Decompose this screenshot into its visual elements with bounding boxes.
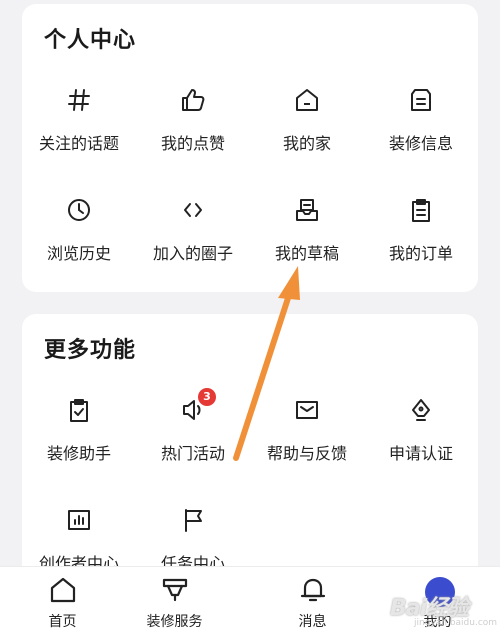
nav-label: 消息 — [298, 614, 327, 630]
info-card-icon — [407, 86, 435, 114]
nav-tab-renovation-service[interactable]: 装修服务 — [112, 567, 237, 638]
clipboard-icon — [407, 196, 435, 224]
notification-badge: 3 — [198, 388, 216, 406]
menu-item-followed-topics[interactable]: 关注的话题 — [22, 74, 136, 174]
menu-item-label: 我的草稿 — [274, 244, 339, 263]
watermark-subtext: jingyan.baidu.com — [414, 618, 498, 628]
menu-item-my-likes[interactable]: 我的点赞 — [136, 74, 250, 174]
section-title-personal-center: 个人中心 — [44, 28, 137, 53]
menu-item-help-feedback[interactable]: 帮助与反馈 — [250, 384, 364, 484]
home-icon — [293, 86, 321, 114]
section-title-more-features: 更多功能 — [44, 338, 137, 363]
nav-tab-home[interactable]: 首页 — [0, 567, 125, 638]
mail-icon — [293, 396, 321, 424]
menu-item-label: 我的家 — [282, 134, 331, 153]
menu-item-my-drafts[interactable]: 我的草稿 — [250, 184, 364, 284]
clock-icon — [65, 196, 93, 224]
thumbs-up-icon — [179, 86, 207, 114]
watermark: Bai经验 jingyan.baidu.com — [388, 586, 498, 630]
nav-tab-messages[interactable]: 消息 — [250, 567, 375, 638]
menu-item-label: 装修助手 — [46, 444, 111, 463]
menu-item-joined-circles[interactable]: 加入的圈子 — [136, 184, 250, 284]
funnel-cup-icon — [160, 575, 190, 605]
menu-item-renovation-assistant[interactable]: 装修助手 — [22, 384, 136, 484]
menu-item-apply-certification[interactable]: 申请认证 — [364, 384, 478, 484]
menu-item-browsing-history[interactable]: 浏览历史 — [22, 184, 136, 284]
menu-item-label: 热门活动 — [160, 444, 225, 463]
menu-item-my-home[interactable]: 我的家 — [250, 74, 364, 174]
menu-item-my-orders[interactable]: 我的订单 — [364, 184, 478, 284]
nav-label: 装修服务 — [146, 614, 203, 630]
menu-item-hot-events[interactable]: 3 热门活动 — [136, 384, 250, 484]
pen-nib-icon — [407, 396, 435, 424]
hashtag-icon — [65, 86, 93, 114]
clipboard-check-icon — [65, 396, 93, 424]
bell-icon — [298, 575, 328, 605]
menu-item-label: 我的订单 — [388, 244, 453, 263]
nav-label: 首页 — [48, 614, 77, 630]
menu-item-label: 浏览历史 — [46, 244, 111, 263]
home-icon — [48, 575, 78, 605]
bar-chart-icon — [65, 506, 93, 534]
draft-tray-icon — [293, 196, 321, 224]
menu-item-label: 我的点赞 — [160, 134, 225, 153]
menu-item-label: 关注的话题 — [38, 134, 119, 153]
menu-item-label: 申请认证 — [388, 444, 453, 463]
menu-item-renovation-info[interactable]: 装修信息 — [364, 74, 478, 174]
menu-item-label: 加入的圈子 — [152, 244, 233, 263]
menu-item-label: 装修信息 — [388, 134, 453, 153]
personal-center-card: 个人中心 关注的话题 我的点赞 我的家 装修信息 浏览历史 加入的圈子 我的草稿… — [22, 4, 478, 292]
flag-icon — [179, 506, 207, 534]
code-brackets-icon — [179, 196, 207, 224]
menu-item-label: 帮助与反馈 — [266, 444, 347, 463]
